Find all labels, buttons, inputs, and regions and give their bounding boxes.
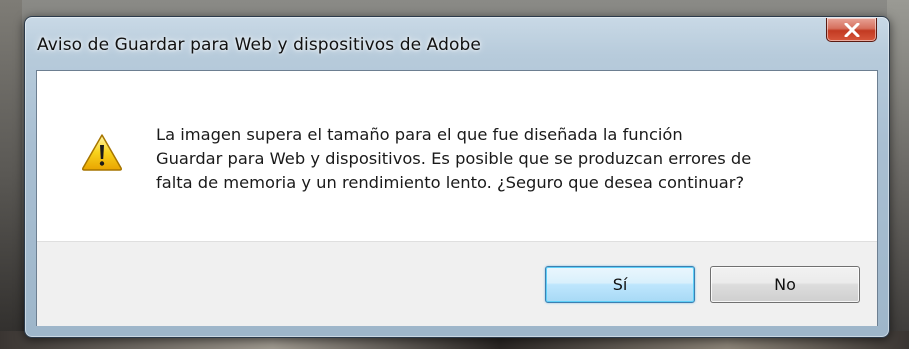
dialog-client-area: La imagen supera el tamaño para el que f… xyxy=(36,70,878,326)
dialog-content: La imagen supera el tamaño para el que f… xyxy=(37,71,877,241)
dialog-button-bar: Sí No xyxy=(37,241,877,326)
dialog-window: Aviso de Guardar para Web y dispositivos… xyxy=(24,16,890,338)
no-button[interactable]: No xyxy=(710,266,860,303)
message-line-1: La imagen supera el tamaño para el que f… xyxy=(156,125,683,144)
desktop-background-left xyxy=(0,0,22,349)
yes-button[interactable]: Sí xyxy=(545,266,695,303)
dialog-message: La imagen supera el tamaño para el que f… xyxy=(156,123,856,195)
close-icon xyxy=(844,22,860,37)
title-bar[interactable]: Aviso de Guardar para Web y dispositivos… xyxy=(25,17,889,69)
close-button[interactable] xyxy=(826,18,877,42)
message-line-3: falta de memoria y un rendimiento lento.… xyxy=(156,173,745,192)
window-title: Aviso de Guardar para Web y dispositivos… xyxy=(37,35,481,55)
message-line-2: Guardar para Web y dispositivos. Es posi… xyxy=(156,149,752,168)
desktop-background-right xyxy=(887,0,909,349)
warning-icon xyxy=(81,133,123,171)
